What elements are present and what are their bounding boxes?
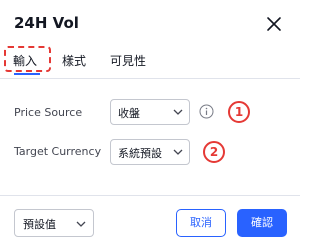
price-source-select[interactable]: 收盤 (110, 99, 190, 125)
close-icon (267, 17, 281, 31)
info-icon[interactable] (199, 104, 214, 119)
defaults-label: 預設值 (23, 218, 56, 231)
annotation-marker-2: 2 (203, 141, 225, 163)
chevron-down-icon (173, 109, 183, 115)
annotation-marker-1: 1 (228, 101, 250, 123)
target-currency-select[interactable]: 系統預設 (110, 139, 190, 165)
defaults-dropdown[interactable]: 預設值 (14, 209, 94, 237)
tab-style[interactable]: 樣式 (62, 52, 86, 69)
close-button[interactable] (264, 14, 284, 34)
cancel-button[interactable]: 取消 (176, 209, 226, 237)
footer-divider (0, 195, 300, 196)
price-source-value: 收盤 (118, 107, 140, 120)
header-divider (0, 78, 300, 79)
active-tab-indicator (14, 73, 40, 75)
chevron-down-icon (76, 221, 86, 227)
price-source-label: Price Source (14, 106, 83, 119)
indicator-settings-dialog: 24H Vol 輸入 樣式 可見性 Price Source 收盤 1 Targ… (0, 0, 300, 247)
ok-button[interactable]: 確認 (237, 209, 287, 237)
tab-visibility[interactable]: 可見性 (110, 52, 146, 69)
dialog-title: 24H Vol (14, 14, 79, 32)
tab-inputs[interactable]: 輸入 (13, 52, 37, 69)
target-currency-label: Target Currency (14, 145, 102, 158)
target-currency-value: 系統預設 (118, 147, 162, 160)
tab-bar: 輸入 樣式 可見性 (0, 46, 300, 78)
chevron-down-icon (173, 149, 183, 155)
